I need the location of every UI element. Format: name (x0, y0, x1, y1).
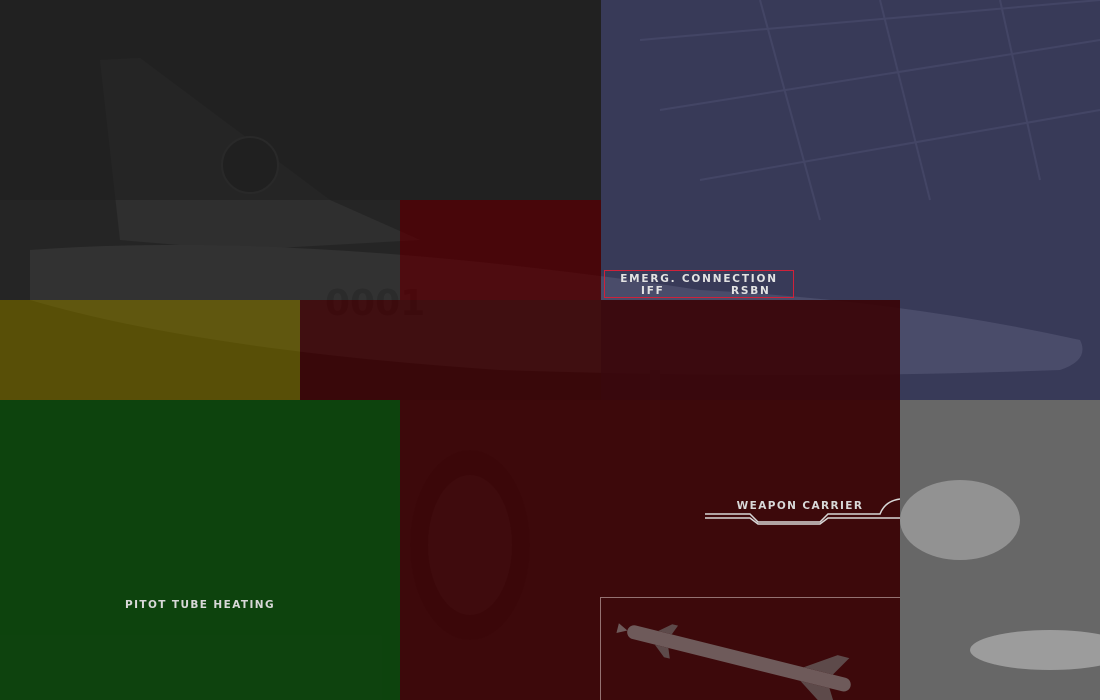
emerg-connection-button[interactable]: EMERG. CONNECTION IFF RSBN (604, 270, 794, 298)
zone-pitot-tube-heating[interactable] (0, 400, 400, 700)
zone-center-fuselage[interactable] (300, 300, 900, 400)
zone-tail-section-lower[interactable] (0, 200, 400, 300)
iff-label: IFF (641, 285, 665, 297)
missile-icon (616, 623, 851, 700)
weapon-carrier-outline-icon (705, 498, 900, 525)
aircraft-hotspot-map: 0001 EMERG. CONNECTION IFF RSBN WEAPON C… (0, 0, 1100, 700)
zone-ground-equipment[interactable] (900, 400, 1100, 700)
missile-preview-frame[interactable] (600, 597, 900, 700)
zone-wing-root[interactable] (0, 300, 300, 400)
zone-center-fuselage-upper[interactable] (400, 200, 601, 300)
emerg-connection-label: EMERG. CONNECTION (620, 273, 778, 285)
zone-tail-section[interactable] (0, 0, 601, 200)
pitot-tube-heating-label[interactable]: PITOT TUBE HEATING (100, 599, 300, 611)
rsbn-label: RSBN (731, 285, 771, 297)
